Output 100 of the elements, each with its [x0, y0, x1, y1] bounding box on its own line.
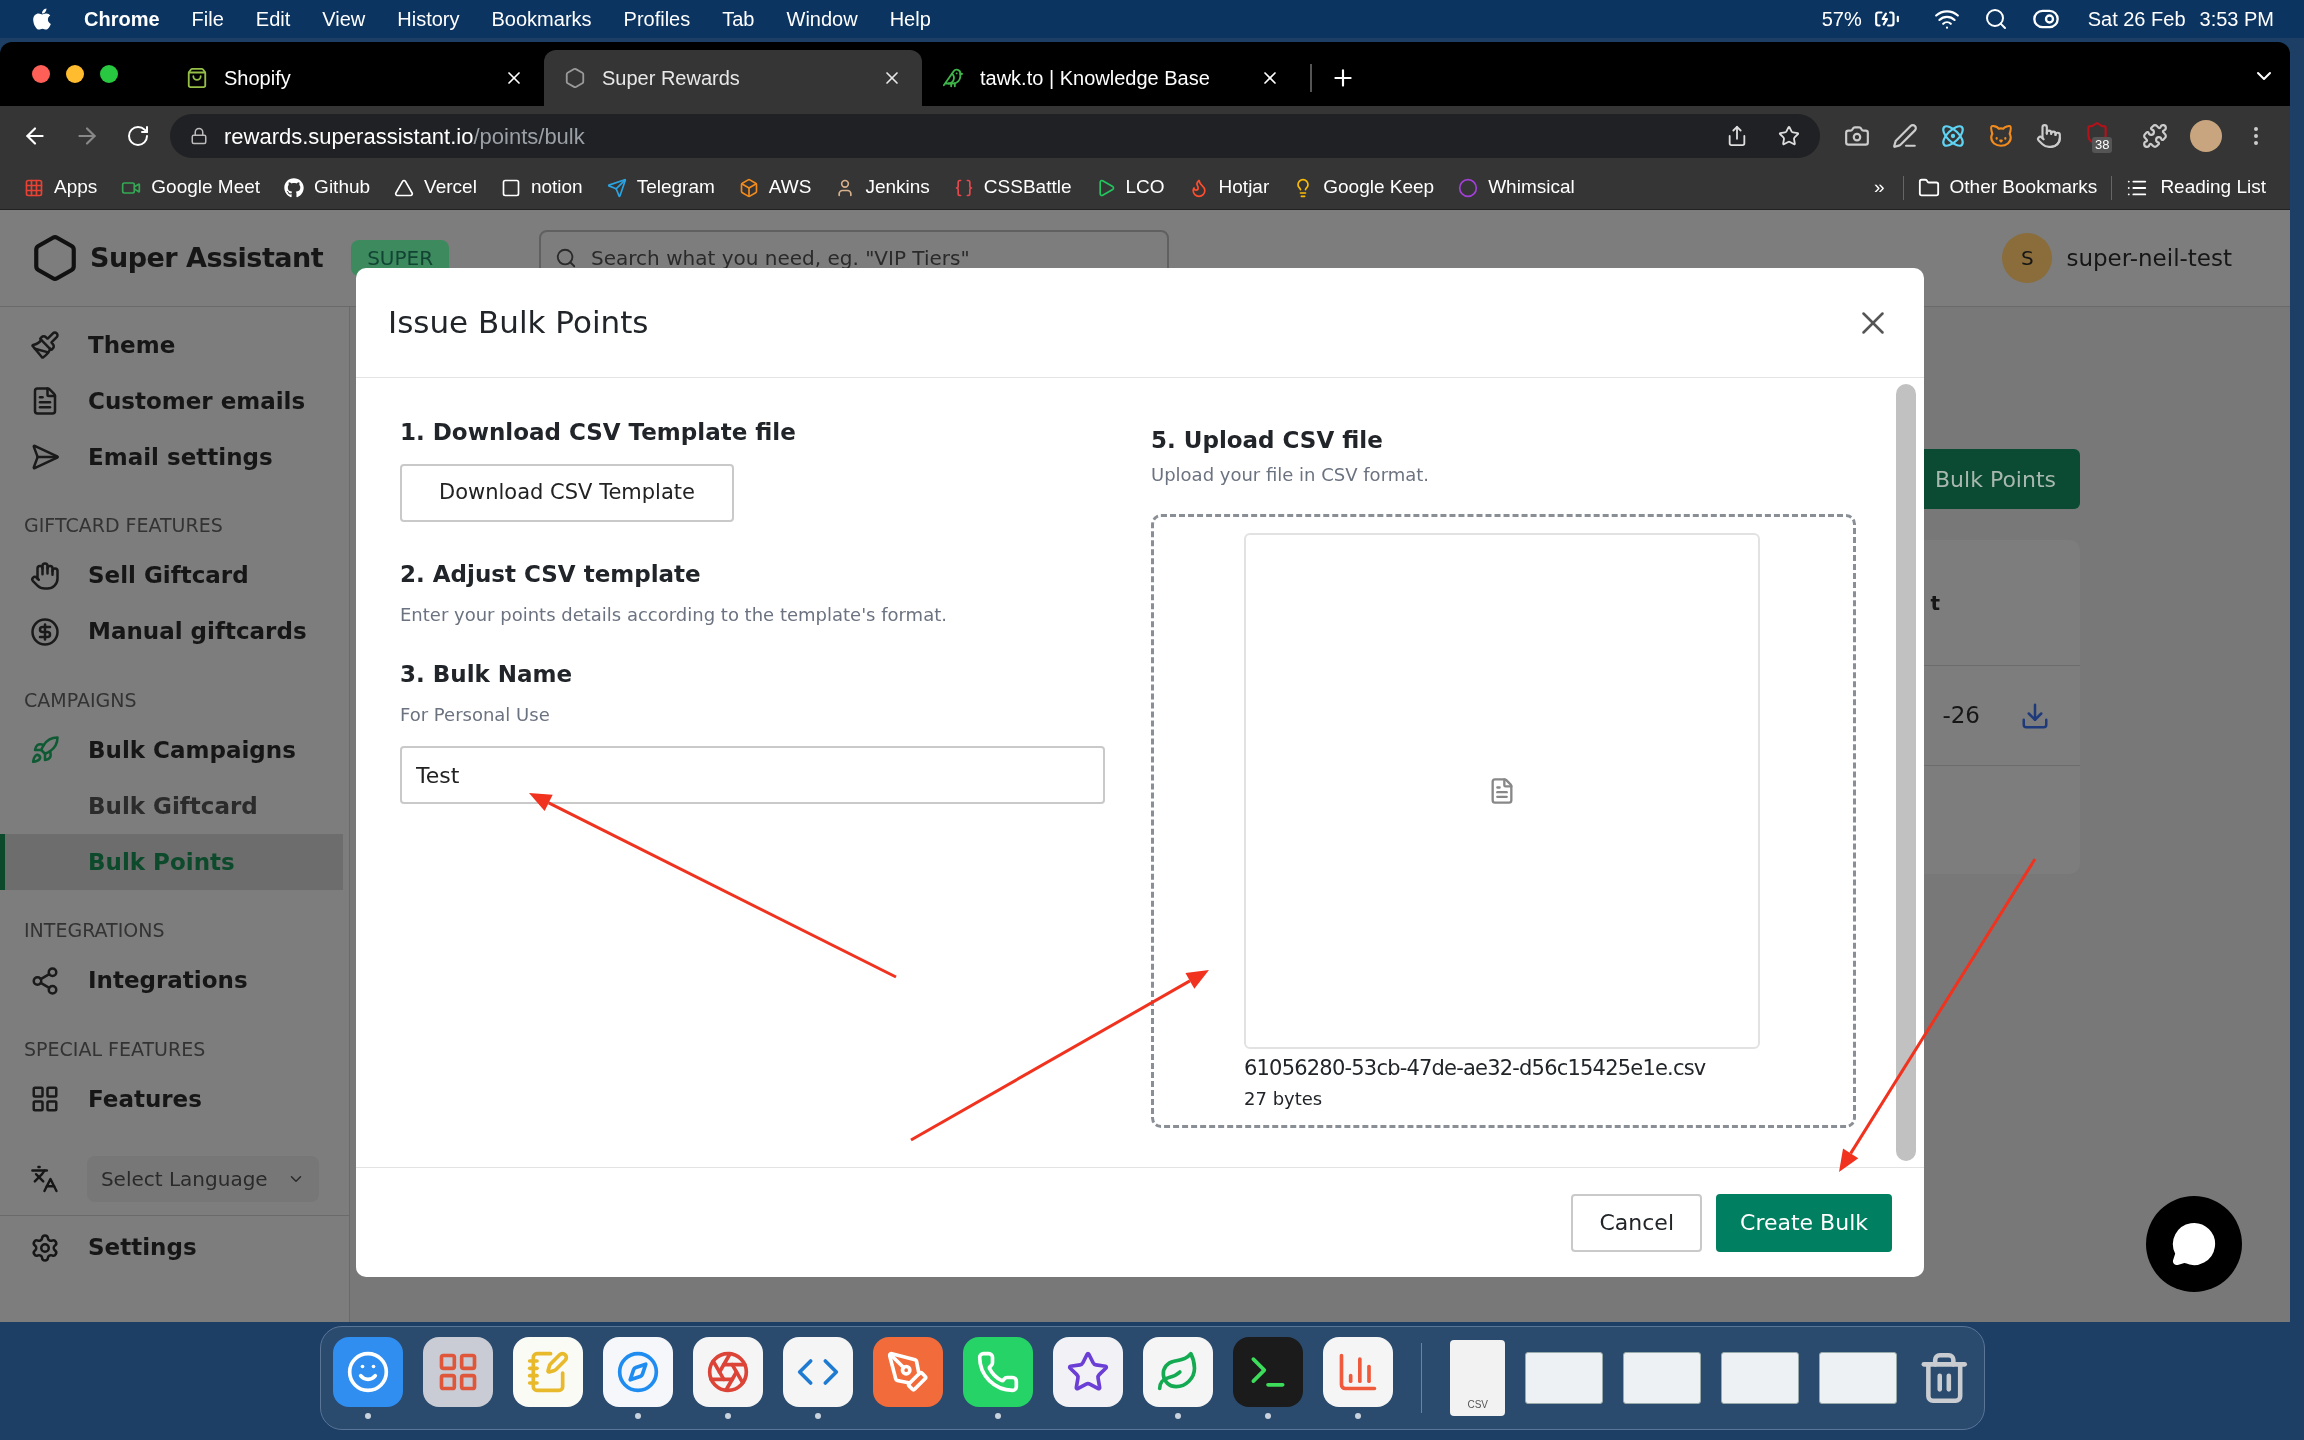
terminal-icon[interactable]: [1232, 1337, 1303, 1419]
cancel-button[interactable]: Cancel: [1571, 1193, 1702, 1252]
apple-icon[interactable]: [30, 7, 54, 31]
file-dropzone[interactable]: 61056280-53cb-47de-ae32-d56c15425e1e.csv 27 bytes: [1151, 514, 1856, 1128]
grid-plus-icon: [30, 1084, 60, 1114]
menu-item[interactable]: File: [191, 4, 224, 34]
atom-icon[interactable]: [1940, 123, 1966, 149]
bookmark-link[interactable]: Hotjar: [1188, 173, 1270, 202]
network-icon: [30, 965, 60, 996]
minimize-window-button[interactable]: [66, 65, 84, 83]
section-heading: SPECIAL FEATURES: [23, 1036, 207, 1062]
address-bar[interactable]: rewards.superassistant.io/points/bulk: [170, 114, 1820, 158]
hexagon-icon: [564, 67, 586, 89]
folder-icon: [1917, 176, 1940, 199]
close-window-button[interactable]: [32, 65, 50, 83]
step-hint: Upload your file in CSV format.: [1151, 463, 1431, 487]
sidebar-item[interactable]: Integrations: [0, 952, 349, 1009]
dialog-title: Issue Bulk Points: [388, 303, 650, 343]
dollar-icon: [30, 616, 60, 647]
cat-logo-icon: [284, 177, 305, 198]
window-thumbnail[interactable]: [1720, 1352, 1799, 1404]
menu-item[interactable]: Tab: [722, 4, 755, 34]
settings-icon: [30, 1232, 60, 1263]
bookmark-link[interactable]: Google Keep: [1293, 173, 1435, 202]
battery-percent: 57%: [1821, 7, 1862, 32]
bookmark-link[interactable]: CSSBattle: [953, 173, 1072, 202]
window-thumbnail[interactable]: [1525, 1352, 1603, 1404]
more-bookmarks-button[interactable]: »: [1873, 173, 1885, 202]
profile-avatar[interactable]: [2190, 120, 2222, 152]
braces-icon: [953, 177, 974, 198]
tab-title: Shopify: [224, 66, 292, 91]
bookmark-link[interactable]: notion: [500, 173, 583, 202]
browser-tab[interactable]: tawk.to | Knowledge Base: [922, 50, 1300, 106]
tab-title: tawk.to | Knowledge Base: [980, 66, 1211, 91]
window-thumbnail[interactable]: [1623, 1352, 1701, 1404]
search-icon[interactable]: [1983, 7, 2008, 31]
menu-item[interactable]: Bookmarks: [491, 4, 592, 34]
bar-chart-icon[interactable]: [1322, 1337, 1393, 1419]
paintbrush-icon: [30, 330, 60, 360]
step-title: 1. Download CSV Template file: [400, 418, 797, 447]
zoom-window-button[interactable]: [100, 65, 118, 83]
menu-item[interactable]: History: [397, 4, 460, 34]
bookmark-link[interactable]: LCO: [1095, 173, 1165, 202]
menu-item[interactable]: Window: [786, 4, 858, 34]
menu-item[interactable]: Help: [889, 4, 931, 34]
bookmark-link[interactable]: Whimsical: [1458, 173, 1575, 202]
tab-title: Super Rewards: [602, 66, 741, 91]
csv-file-icon[interactable]: CSV: [1450, 1340, 1505, 1416]
section-heading: INTEGRATIONS: [23, 918, 166, 943]
sidebar-item[interactable]: Theme: [0, 317, 349, 373]
share-icon[interactable]: [1726, 125, 1748, 147]
bookmark-link[interactable]: Telegram: [606, 173, 715, 202]
bookmark-link[interactable]: Vercel: [394, 173, 477, 202]
circle-icon: [1458, 177, 1479, 198]
bookmark-link[interactable]: Google Meet: [121, 173, 261, 202]
hand-icon: [30, 560, 60, 591]
bookmark-link[interactable]: Apps: [24, 173, 98, 202]
lock-icon: [190, 127, 208, 145]
menu-item[interactable]: View: [322, 4, 366, 34]
camera-icon[interactable]: [1844, 123, 1870, 149]
bookmark-link[interactable]: Github: [284, 173, 371, 202]
sidebar-item[interactable]: Bulk Campaigns: [0, 722, 349, 778]
reading-list-button[interactable]: Reading List: [2126, 173, 2266, 202]
step-hint: Enter your points details according to the template's format.: [400, 603, 948, 627]
bookmark-link[interactable]: AWS: [738, 173, 812, 202]
window-thumbnail[interactable]: [1818, 1352, 1897, 1404]
menu-item[interactable]: Edit: [255, 4, 291, 34]
browser-icon[interactable]: [692, 1337, 763, 1419]
sidebar-item[interactable]: Manual giftcards: [0, 603, 349, 660]
leaf-icon[interactable]: [1142, 1337, 1213, 1419]
chat-phone-icon[interactable]: [962, 1337, 1033, 1419]
scrollbar[interactable]: [1896, 384, 1916, 1161]
user-avatar[interactable]: S: [2002, 233, 2053, 283]
pen-icon[interactable]: [1892, 123, 1918, 149]
hand-pointer-icon[interactable]: [2036, 123, 2062, 149]
square-icon: [500, 177, 521, 198]
smiling-face-icon[interactable]: [332, 1337, 403, 1419]
browser-tab[interactable]: Super Rewards: [544, 50, 922, 106]
bulk-name-field[interactable]: Test: [400, 746, 1105, 804]
download-template-button[interactable]: Download CSV Template: [400, 464, 734, 522]
sidebar-item[interactable]: Features: [0, 1071, 349, 1127]
sidebar-item[interactable]: Email settings: [0, 429, 349, 485]
sidebar-item[interactable]: Sell Giftcard: [0, 547, 349, 604]
puzzle-icon[interactable]: [2142, 123, 2168, 149]
bookmark-star-icon[interactable]: [1778, 125, 1800, 147]
settings-link[interactable]: Settings: [30, 1230, 197, 1265]
brand-name: Super Assistant: [90, 240, 324, 275]
menu-item[interactable]: Profiles: [623, 4, 691, 34]
compass-icon[interactable]: [602, 1337, 673, 1419]
bookmark-link[interactable]: Jenkins: [835, 173, 930, 202]
sidebar-item[interactable]: Customer emails: [0, 373, 349, 429]
code-editor-icon[interactable]: [782, 1337, 853, 1419]
menu-time: 3:53 PM: [2199, 7, 2274, 32]
bookmark-folder[interactable]: Other Bookmarks: [1917, 173, 2098, 202]
step-title: 2. Adjust CSV template: [400, 560, 702, 589]
browser-tab[interactable]: Shopify: [166, 50, 544, 106]
url-text: rewards.superassistant.io/points/bulk: [224, 122, 585, 151]
create-bulk-button[interactable]: Create Bulk: [1716, 1193, 1892, 1252]
app-menu[interactable]: Chrome: [84, 4, 160, 34]
reload-icon[interactable]: [126, 124, 150, 148]
